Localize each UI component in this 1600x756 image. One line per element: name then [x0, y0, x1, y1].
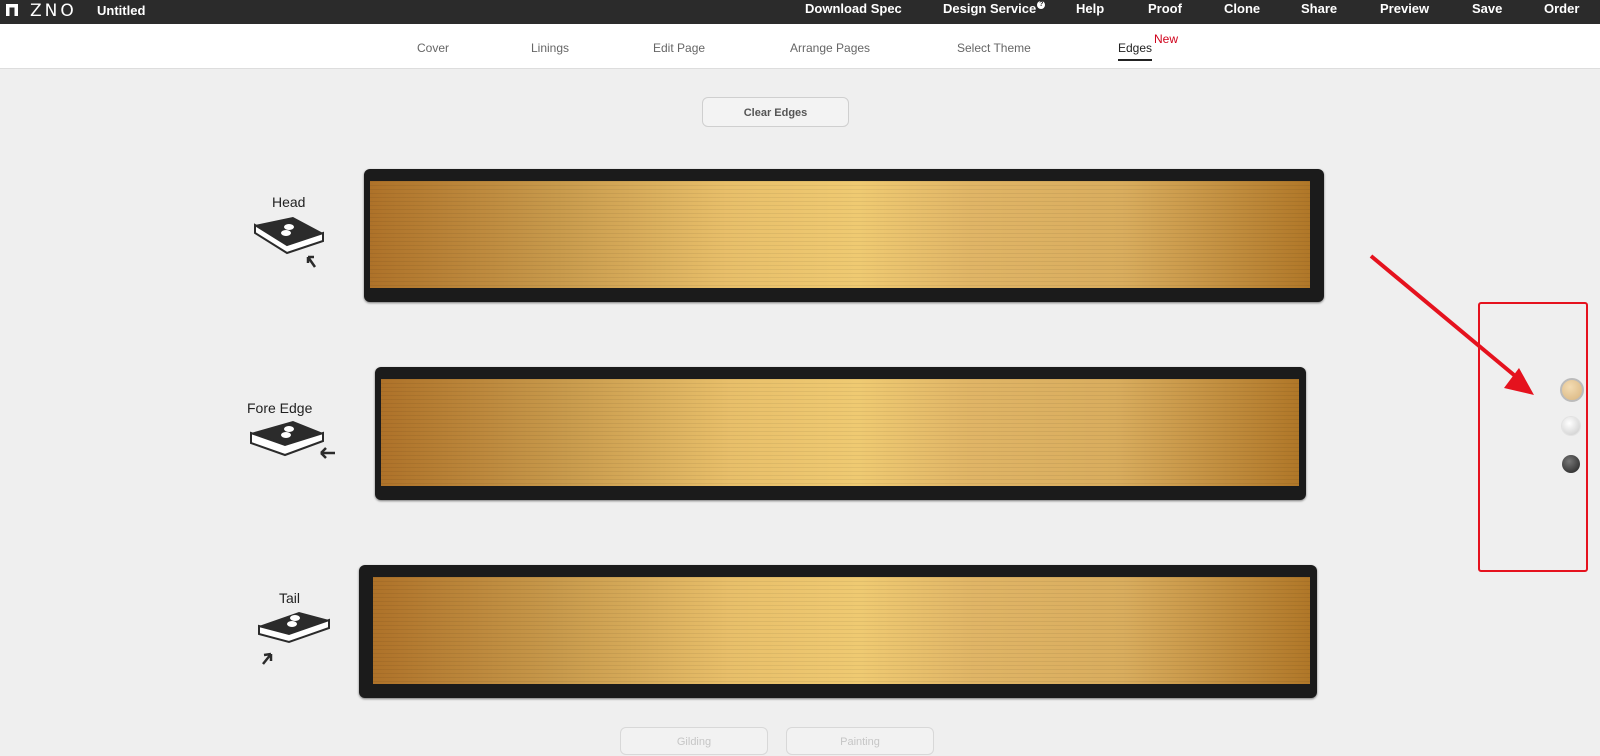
tab-cover[interactable]: Cover: [417, 41, 449, 55]
fore-edge-label: Fore Edge: [247, 400, 313, 416]
download-spec-button[interactable]: Download Spec: [805, 1, 902, 16]
black-swatch[interactable]: [1562, 455, 1580, 473]
fore-edge-gilding: [381, 379, 1299, 486]
save-button[interactable]: Save: [1472, 1, 1502, 16]
clone-button[interactable]: Clone: [1224, 1, 1260, 16]
tab-edges[interactable]: Edges: [1118, 41, 1153, 61]
tab-select-theme[interactable]: Select Theme: [957, 41, 1031, 55]
question-icon: ?: [1037, 1, 1046, 9]
preview-button[interactable]: Preview: [1380, 1, 1429, 16]
book-tail-icon: [258, 612, 330, 665]
help-button[interactable]: Help: [1076, 1, 1104, 16]
painting-button[interactable]: Painting: [786, 727, 934, 755]
tail-label: Tail: [279, 590, 301, 606]
gilding-button[interactable]: Gilding: [620, 727, 768, 755]
tab-arrange-pages[interactable]: Arrange Pages: [790, 41, 870, 55]
new-badge: New: [1154, 32, 1179, 46]
head-edge-gilding: [370, 181, 1310, 288]
head-label: Head: [272, 194, 306, 210]
tail-edge-preview: [359, 565, 1317, 698]
zno-logo-text: ZNO: [30, 1, 77, 21]
order-button[interactable]: Order: [1544, 1, 1579, 16]
design-service-button[interactable]: Design Service?: [943, 1, 1046, 16]
zno-logo-icon: [6, 4, 18, 16]
design-service-label: Design Service: [943, 1, 1037, 16]
proof-button[interactable]: Proof: [1148, 1, 1182, 16]
fore-edge-preview: [375, 367, 1306, 500]
tab-linings[interactable]: Linings: [531, 41, 569, 55]
book-head-icon: [254, 217, 324, 268]
tail-edge-gilding: [373, 577, 1310, 684]
editor-tabs: Cover Linings Edit Page Arrange Pages Se…: [0, 24, 1600, 69]
book-fore-edge-icon: [250, 421, 335, 459]
gold-swatch[interactable]: [1560, 378, 1584, 402]
document-title[interactable]: Untitled: [97, 3, 145, 18]
tab-edit-page[interactable]: Edit Page: [653, 41, 705, 55]
top-bar: ZNO Untitled Download Spec Design Servic…: [0, 0, 1600, 24]
clear-edges-button[interactable]: Clear Edges: [702, 97, 849, 127]
share-button[interactable]: Share: [1301, 1, 1337, 16]
head-edge-preview: [364, 169, 1324, 302]
silver-swatch[interactable]: [1562, 417, 1580, 435]
edge-color-palette: [1478, 302, 1588, 572]
